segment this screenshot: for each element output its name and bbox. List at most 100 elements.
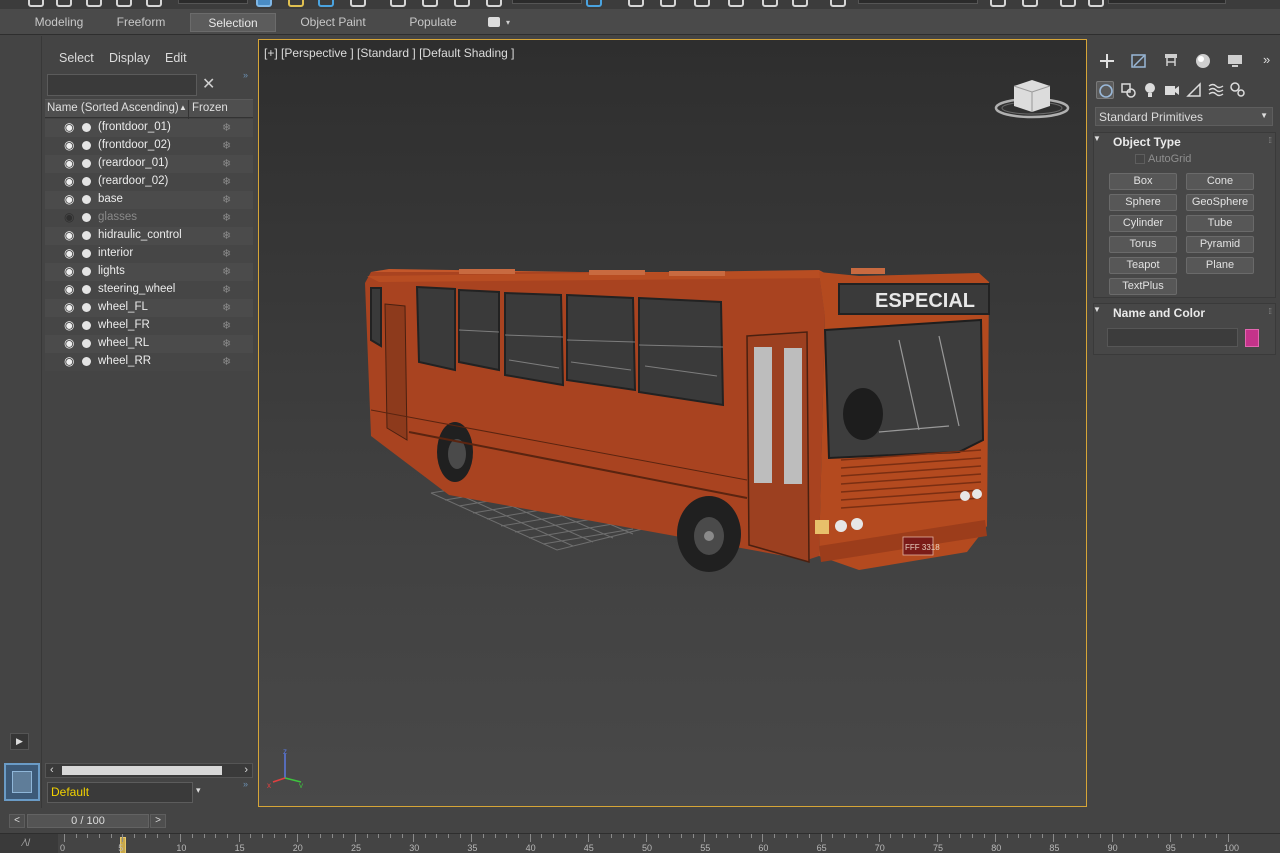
scale-icon[interactable] xyxy=(454,0,470,7)
align-icon[interactable] xyxy=(990,0,1006,7)
renderable-icon[interactable] xyxy=(82,231,91,240)
snowflake-icon[interactable]: ❄ xyxy=(222,301,231,314)
object-name[interactable]: glasses xyxy=(98,211,137,223)
helpers-category-icon[interactable] xyxy=(1185,81,1203,99)
keyboard-shortcut-icon[interactable] xyxy=(628,0,644,7)
shapes-category-icon[interactable] xyxy=(1119,81,1137,99)
visibility-eye-icon[interactable]: ◉ xyxy=(64,121,77,133)
list-item[interactable]: ◉ (frontdoor_02) ❄ xyxy=(45,137,253,155)
rollout-grip-icon[interactable]: ⁞⁞ xyxy=(1269,136,1273,145)
snowflake-icon[interactable]: ❄ xyxy=(222,229,231,242)
hierarchy-tab-icon[interactable] xyxy=(1162,52,1180,70)
renderable-icon[interactable] xyxy=(82,321,91,330)
renderable-icon[interactable] xyxy=(82,339,91,348)
list-item[interactable]: ◉ base ❄ xyxy=(45,191,253,209)
scrollbar-thumb[interactable] xyxy=(62,766,222,775)
play-icon[interactable]: ▶ xyxy=(10,733,29,750)
object-name[interactable]: hidraulic_control xyxy=(98,229,182,241)
object-name-field[interactable] xyxy=(1107,328,1238,347)
percent-snap-icon[interactable] xyxy=(728,0,744,7)
snowflake-icon[interactable]: ❄ xyxy=(222,139,231,152)
geometry-category-icon[interactable] xyxy=(1096,81,1114,99)
torus-button[interactable]: Torus xyxy=(1109,236,1177,253)
object-name[interactable]: interior xyxy=(98,247,133,259)
more-tabs-icon[interactable]: » xyxy=(1263,52,1270,67)
cylinder-button[interactable]: Cylinder xyxy=(1109,215,1177,232)
list-item[interactable]: ◉ (frontdoor_01) ❄ xyxy=(45,119,253,137)
create-tab-icon[interactable] xyxy=(1098,52,1116,70)
bus-model[interactable]: ESPECIAL FFF 3318 xyxy=(259,40,1087,807)
curve-editor-icon[interactable] xyxy=(1060,0,1076,7)
layer-explorer-icon[interactable] xyxy=(1022,0,1038,7)
object-name[interactable]: (frontdoor_01) xyxy=(98,121,171,133)
list-item[interactable]: ◉ wheel_FR ❄ xyxy=(45,317,253,335)
systems-category-icon[interactable] xyxy=(1229,81,1247,99)
edit-named-selection-icon[interactable] xyxy=(792,0,808,7)
snowflake-icon[interactable]: ❄ xyxy=(222,121,231,134)
list-item[interactable]: ◉ interior ❄ xyxy=(45,245,253,263)
column-frozen[interactable]: Frozen xyxy=(192,102,228,114)
snowflake-icon[interactable]: ❄ xyxy=(222,175,231,188)
snaps-toggle-icon[interactable] xyxy=(660,0,676,7)
scroll-right-icon[interactable]: › xyxy=(244,764,248,776)
move-icon[interactable] xyxy=(390,0,406,7)
object-name[interactable]: wheel_RL xyxy=(98,337,149,349)
name-and-color-title[interactable]: Name and Color xyxy=(1113,306,1205,320)
object-name[interactable]: (reardoor_02) xyxy=(98,175,168,187)
search-input[interactable] xyxy=(47,74,197,96)
motion-tab-icon[interactable] xyxy=(1194,52,1212,70)
pyramid-button[interactable]: Pyramid xyxy=(1186,236,1254,253)
horizontal-scrollbar[interactable]: ‹ › xyxy=(45,763,253,778)
tab-populate[interactable]: Populate xyxy=(400,13,466,32)
select-by-name-icon[interactable] xyxy=(288,0,304,7)
visibility-eye-icon[interactable]: ◉ xyxy=(64,193,77,205)
angle-snap-icon[interactable] xyxy=(694,0,710,7)
active-layer-dropdown[interactable]: Default xyxy=(47,782,193,803)
object-color-swatch[interactable] xyxy=(1245,329,1259,347)
cameras-category-icon[interactable] xyxy=(1163,81,1181,99)
renderable-icon[interactable] xyxy=(82,249,91,258)
renderable-icon[interactable] xyxy=(82,303,91,312)
visibility-eye-icon[interactable]: ◉ xyxy=(64,247,77,259)
renderable-icon[interactable] xyxy=(82,213,91,222)
object-name[interactable]: steering_wheel xyxy=(98,283,175,295)
mirror-icon[interactable] xyxy=(830,0,846,7)
link-icon[interactable] xyxy=(86,0,102,7)
renderable-icon[interactable] xyxy=(82,159,91,168)
visibility-eye-icon[interactable]: ◉ xyxy=(64,355,77,367)
display-tab-icon[interactable] xyxy=(1226,52,1244,70)
teapot-button[interactable]: Teapot xyxy=(1109,257,1177,274)
list-item[interactable]: ◉ wheel_RL ❄ xyxy=(45,335,253,353)
tab-freeform[interactable]: Freeform xyxy=(106,13,176,32)
textplus-button[interactable]: TextPlus xyxy=(1109,278,1177,295)
modify-tab-icon[interactable] xyxy=(1130,52,1148,70)
visibility-eye-icon[interactable]: ◉ xyxy=(64,175,77,187)
collapse-icon[interactable]: ▼ xyxy=(1093,134,1101,143)
snowflake-icon[interactable]: ❄ xyxy=(222,319,231,332)
renderable-icon[interactable] xyxy=(82,141,91,150)
visibility-eye-icon[interactable]: ◉ xyxy=(64,265,77,277)
ribbon-options-icon[interactable] xyxy=(488,17,500,27)
renderable-icon[interactable] xyxy=(82,267,91,276)
frame-ruler[interactable]: 0 5 10 15 20 25 30 35 40 45 50 55 60 65 70 75 80 85 90 95 10… xyxy=(58,834,1280,853)
scroll-left-icon[interactable]: ‹ xyxy=(50,764,54,776)
perspective-viewport[interactable]: ESPECIAL FFF 3318 [+] [Perspective] [St… xyxy=(258,39,1087,807)
tab-selection[interactable]: Selection xyxy=(190,13,276,32)
rollout-grip-icon[interactable]: ⁞⁞ xyxy=(1269,307,1273,316)
visibility-eye-icon[interactable]: ◉ xyxy=(64,283,77,295)
list-item[interactable]: ◉ lights ❄ xyxy=(45,263,253,281)
pivot-center-icon[interactable] xyxy=(586,0,602,7)
place-icon[interactable] xyxy=(486,0,502,7)
column-name[interactable]: Name (Sorted Ascending) xyxy=(47,102,179,114)
rectangular-selection-icon[interactable] xyxy=(318,0,334,7)
redo-icon[interactable] xyxy=(56,0,72,7)
tab-modeling[interactable]: Modeling xyxy=(24,13,94,32)
autogrid-checkbox[interactable] xyxy=(1135,154,1145,164)
next-frame-button[interactable]: > xyxy=(150,814,166,828)
layer-options-icon[interactable]: » xyxy=(243,779,248,789)
viewport-label-menu[interactable]: [+] [Perspective ] [Standard ] [Default … xyxy=(264,46,514,60)
snowflake-icon[interactable]: ❄ xyxy=(222,355,231,368)
visibility-eye-icon[interactable]: ◉ xyxy=(64,229,77,241)
select-object-icon[interactable] xyxy=(256,0,272,7)
list-item[interactable]: ◉ glasses ❄ xyxy=(45,209,253,227)
